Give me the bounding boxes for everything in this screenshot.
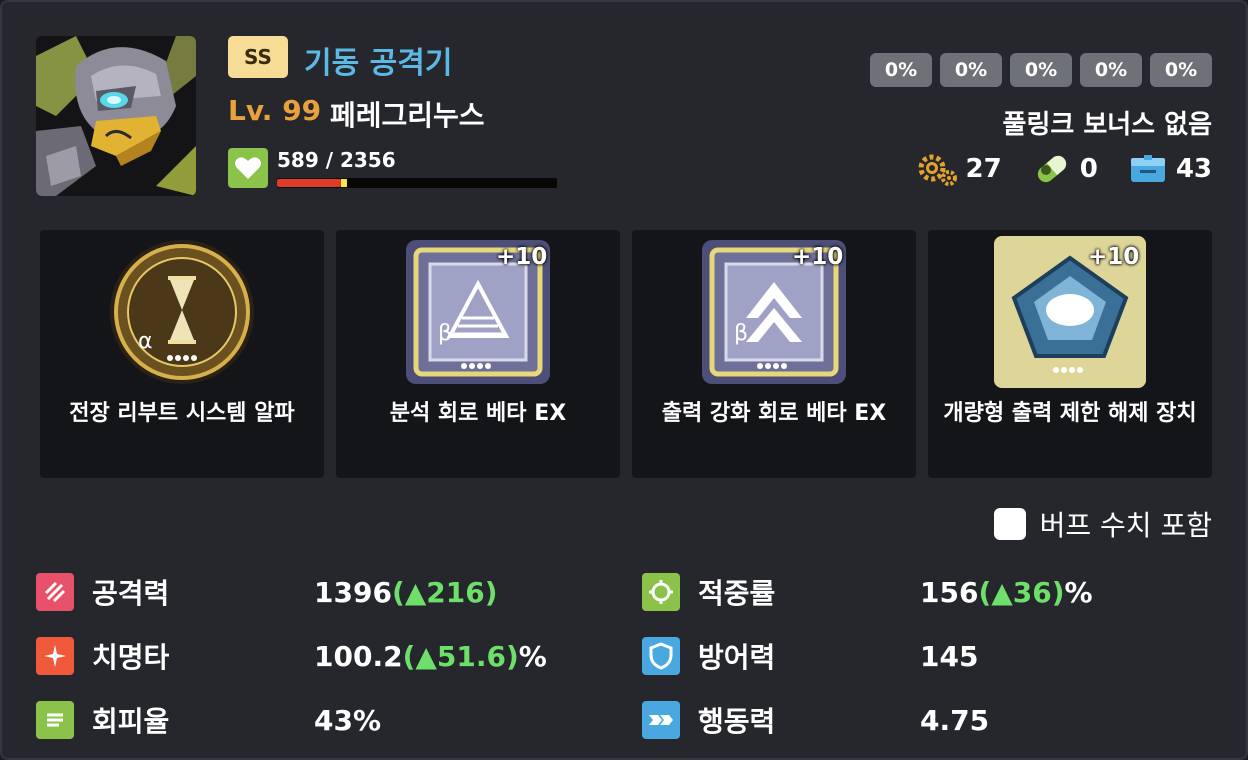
attack-bonus: ▲216 [404, 575, 485, 609]
hp-bar-marker [341, 179, 347, 187]
stat-attack: 공격력 1396(▲216) [36, 572, 596, 612]
critical-base: 100.2 [314, 639, 403, 673]
shield-icon [642, 637, 680, 675]
evasion-value: 43% [314, 703, 382, 737]
critical-close: ) [506, 639, 519, 673]
accuracy-bonus: ▲36 [991, 575, 1052, 609]
link-percent-row: 0% 0% 0% 0% 0% [870, 53, 1212, 87]
resource-box: 43 [1128, 152, 1212, 186]
critical-label: 치명타 [92, 641, 170, 674]
equipment-row: α 전장 리부트 시스템 알파 β +10 분석 회로 베타 EX β +10 … [40, 230, 1212, 478]
unit-class-label: 기동 공격기 [304, 46, 453, 81]
capsule-icon [1037, 155, 1066, 183]
unit-name: 페레그리누스 [330, 99, 485, 132]
hp-text: 589 / 2356 [277, 148, 396, 172]
equipment-slot-4[interactable]: +10 개량형 출력 제한 해제 장치 [928, 230, 1212, 478]
accuracy-label: 적중률 [698, 577, 776, 610]
accuracy-open: ( [978, 575, 992, 609]
equipment-slot-2[interactable]: β +10 분석 회로 베타 EX [336, 230, 620, 478]
buff-label: 버프 수치 포함 [1039, 509, 1212, 542]
defense-value: 145 [920, 639, 979, 673]
svg-text:β: β [734, 321, 748, 346]
stat-accuracy: 적중률 156(▲36)% [642, 572, 1202, 612]
equipment-4-name: 개량형 출력 제한 해제 장치 [943, 401, 1197, 426]
resource-capsule: 0 [1032, 150, 1098, 188]
fulllink-bonus-label: 풀링크 보너스 없음 [1002, 110, 1212, 140]
equipment-2-plus: +10 [496, 244, 548, 270]
equipment-2-name: 분석 회로 베타 EX [389, 401, 567, 426]
gears-icon [918, 154, 957, 186]
link-chip-2: 0% [940, 53, 1002, 87]
grade-badge: SS [228, 36, 288, 78]
equipment-1-name: 전장 리부트 시스템 알파 [69, 401, 295, 426]
attack-base: 1396 [314, 575, 392, 609]
accuracy-base: 156 [920, 575, 979, 609]
equipment-3-name: 출력 강화 회로 베타 EX [661, 401, 887, 426]
speed-value: 4.75 [920, 703, 990, 737]
svg-text:β: β [438, 321, 452, 346]
box-icon [1130, 155, 1165, 182]
capsule-count: 0 [1079, 154, 1098, 184]
stat-critical: 치명타 100.2(▲51.6)% [36, 636, 596, 676]
unit-portrait[interactable] [36, 36, 196, 196]
svg-text:α: α [138, 329, 153, 354]
defense-label: 방어력 [698, 641, 776, 674]
critical-icon [36, 637, 74, 675]
evasion-icon [36, 701, 74, 739]
link-chip-5: 0% [1150, 53, 1212, 87]
buff-toggle[interactable]: 버프 수치 포함 [993, 504, 1212, 544]
stat-evasion: 회피율 43% [36, 700, 596, 740]
resource-gears: 27 [916, 150, 1002, 188]
gears-count: 27 [965, 154, 1002, 184]
accuracy-unit: % [1064, 575, 1093, 609]
reboot-system-alpha-icon: α [110, 240, 254, 384]
attack-open: ( [391, 575, 405, 609]
hp-bar-fill [277, 179, 341, 187]
box-count: 43 [1175, 154, 1212, 184]
critical-bonus: ▲51.6 [415, 639, 506, 673]
link-chip-4: 0% [1080, 53, 1142, 87]
robot-portrait-icon [36, 36, 196, 196]
unit-detail-card: SS 기동 공격기 Lv. 99 페레그리누스 589 / 2356 0% 0%… [0, 0, 1248, 760]
attack-value: 1396(▲216) [314, 576, 498, 609]
speed-label: 행동력 [698, 705, 776, 738]
accuracy-value: 156(▲36)% [920, 576, 1093, 609]
accuracy-icon [642, 573, 680, 611]
accuracy-close: ) [1051, 575, 1065, 609]
stat-defense: 방어력 145 [642, 636, 1202, 676]
attack-close: ) [484, 575, 498, 609]
unit-level: Lv. 99 [228, 94, 322, 127]
stat-speed: 행동력 4.75 [642, 700, 1202, 740]
critical-value: 100.2(▲51.6)% [314, 640, 547, 673]
buff-checkbox[interactable] [993, 508, 1026, 540]
critical-unit: % [518, 639, 547, 673]
resource-row: 27 0 43 [916, 150, 1212, 188]
hp-bar [277, 178, 557, 188]
evasion-label: 회피율 [92, 705, 170, 738]
critical-open: ( [402, 639, 416, 673]
equipment-slot-1[interactable]: α 전장 리부트 시스템 알파 [40, 230, 324, 478]
equipment-3-plus: +10 [792, 244, 844, 270]
speed-icon [642, 701, 680, 739]
attack-label: 공격력 [92, 577, 170, 610]
equipment-4-plus: +10 [1088, 244, 1140, 270]
link-chip-1: 0% [870, 53, 932, 87]
equipment-slot-3[interactable]: β +10 출력 강화 회로 베타 EX [632, 230, 916, 478]
link-chip-3: 0% [1010, 53, 1072, 87]
attack-icon [36, 573, 74, 611]
heart-icon [228, 148, 268, 188]
